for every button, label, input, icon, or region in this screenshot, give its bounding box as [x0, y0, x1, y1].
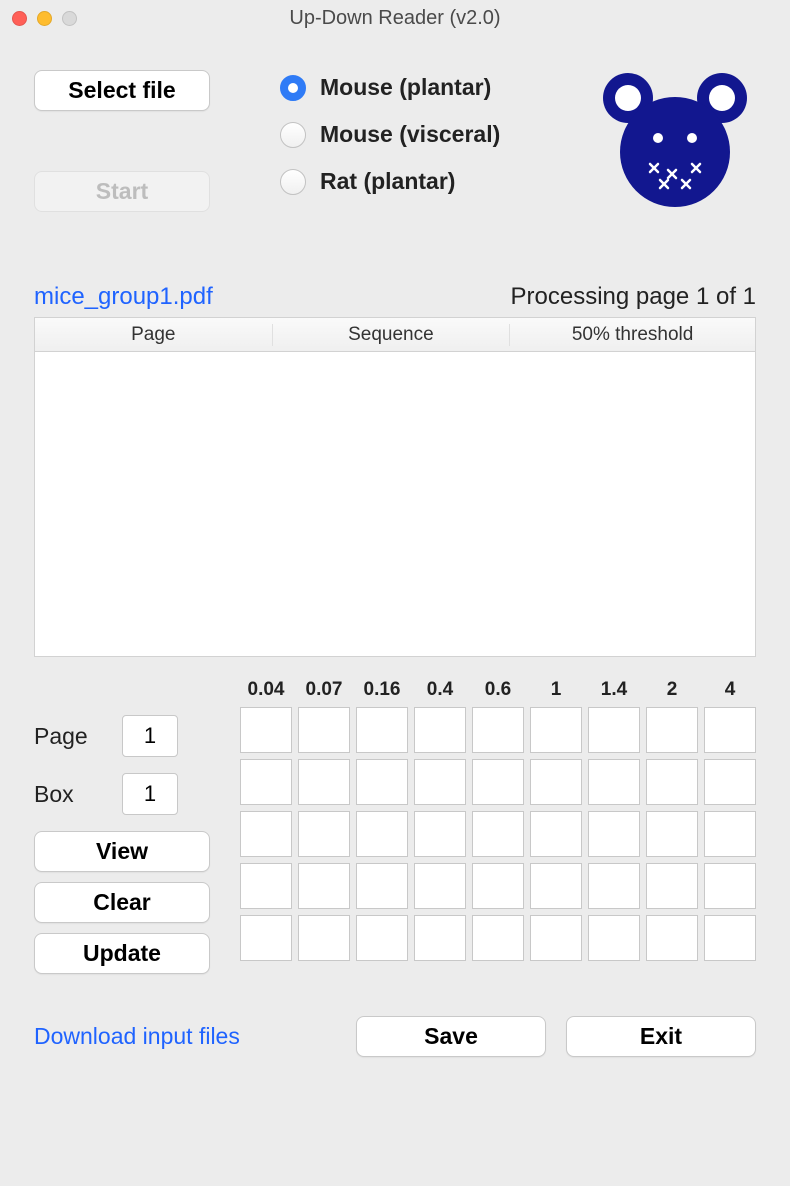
results-table[interactable]: Page Sequence 50% threshold	[34, 317, 756, 657]
grid-cell[interactable]	[588, 915, 640, 961]
grid-cell[interactable]	[414, 759, 466, 805]
grid-cell[interactable]	[240, 863, 292, 909]
grid-row	[240, 811, 756, 857]
grid-cell[interactable]	[240, 811, 292, 857]
radio-rat-plantar[interactable]: Rat (plantar)	[280, 168, 500, 195]
grid-cell[interactable]	[588, 707, 640, 753]
grid-cell[interactable]	[356, 811, 408, 857]
processing-status: Processing page 1 of 1	[511, 283, 757, 311]
grid-cell[interactable]	[240, 915, 292, 961]
column-header-sequence: Sequence	[273, 324, 511, 346]
titlebar: Up-Down Reader (v2.0)	[0, 0, 790, 36]
grid-cell[interactable]	[298, 915, 350, 961]
grid-cell[interactable]	[646, 707, 698, 753]
grid-cell[interactable]	[356, 863, 408, 909]
grid-header: 2	[646, 679, 698, 701]
grid-cell[interactable]	[704, 707, 756, 753]
radio-label: Mouse (plantar)	[320, 74, 491, 101]
grid-row	[240, 863, 756, 909]
grid-cell[interactable]	[704, 915, 756, 961]
window-controls	[12, 11, 77, 26]
grid-header: 0.04	[240, 679, 292, 701]
grid-cell[interactable]	[704, 811, 756, 857]
column-header-page: Page	[35, 324, 273, 346]
page-label: Page	[34, 723, 104, 750]
data-grid	[240, 707, 756, 961]
grid-cell[interactable]	[356, 707, 408, 753]
grid-cell[interactable]	[298, 811, 350, 857]
table-header: Page Sequence 50% threshold	[35, 318, 755, 352]
exit-button[interactable]: Exit	[566, 1016, 756, 1057]
close-icon[interactable]	[12, 11, 27, 26]
grid-cell[interactable]	[646, 915, 698, 961]
grid-row	[240, 707, 756, 753]
mouse-logo-icon	[600, 70, 750, 225]
grid-row	[240, 759, 756, 805]
grid-header: 4	[704, 679, 756, 701]
minimize-icon[interactable]	[37, 11, 52, 26]
grid-cell[interactable]	[298, 759, 350, 805]
radio-checked-icon	[280, 75, 306, 101]
grid-cell[interactable]	[646, 759, 698, 805]
select-file-button[interactable]: Select file	[34, 70, 210, 111]
grid-cell[interactable]	[588, 759, 640, 805]
grid-cell[interactable]	[472, 759, 524, 805]
box-label: Box	[34, 781, 104, 808]
grid-cell[interactable]	[240, 759, 292, 805]
grid-cell[interactable]	[588, 811, 640, 857]
box-input[interactable]	[122, 773, 178, 815]
grid-cell[interactable]	[646, 863, 698, 909]
window-title: Up-Down Reader (v2.0)	[0, 7, 790, 30]
grid-cell[interactable]	[414, 915, 466, 961]
download-link[interactable]: Download input files	[34, 1023, 240, 1050]
grid-cell[interactable]	[530, 915, 582, 961]
grid-cell[interactable]	[414, 707, 466, 753]
column-header-threshold: 50% threshold	[510, 324, 755, 346]
grid-cell[interactable]	[472, 811, 524, 857]
grid-header: 0.4	[414, 679, 466, 701]
grid-header: 0.16	[356, 679, 408, 701]
radio-unchecked-icon	[280, 169, 306, 195]
grid-cell[interactable]	[240, 707, 292, 753]
grid-cell[interactable]	[472, 863, 524, 909]
grid-cell[interactable]	[530, 707, 582, 753]
grid-header: 0.6	[472, 679, 524, 701]
update-button[interactable]: Update	[34, 933, 210, 974]
save-button[interactable]: Save	[356, 1016, 546, 1057]
grid-cell[interactable]	[588, 863, 640, 909]
grid-cell[interactable]	[356, 915, 408, 961]
radio-label: Mouse (visceral)	[320, 121, 500, 148]
grid-cell[interactable]	[298, 707, 350, 753]
species-radio-group: Mouse (plantar) Mouse (visceral) Rat (pl…	[280, 74, 500, 195]
view-button[interactable]: View	[34, 831, 210, 872]
radio-mouse-visceral[interactable]: Mouse (visceral)	[280, 121, 500, 148]
grid-cell[interactable]	[530, 811, 582, 857]
start-button: Start	[34, 171, 210, 212]
radio-label: Rat (plantar)	[320, 168, 455, 195]
radio-unchecked-icon	[280, 122, 306, 148]
grid-header: 0.07	[298, 679, 350, 701]
page-input[interactable]	[122, 715, 178, 757]
grid-cell[interactable]	[414, 811, 466, 857]
grid-cell[interactable]	[472, 707, 524, 753]
grid-cell[interactable]	[530, 863, 582, 909]
grid-cell[interactable]	[704, 863, 756, 909]
filename-label: mice_group1.pdf	[34, 283, 213, 311]
radio-mouse-plantar[interactable]: Mouse (plantar)	[280, 74, 500, 101]
grid-cell[interactable]	[356, 759, 408, 805]
grid-cell[interactable]	[530, 759, 582, 805]
grid-header: 1.4	[588, 679, 640, 701]
grid-cell[interactable]	[414, 863, 466, 909]
grid-cell[interactable]	[472, 915, 524, 961]
zoom-icon	[62, 11, 77, 26]
grid-cell[interactable]	[298, 863, 350, 909]
grid-row	[240, 915, 756, 961]
grid-cell[interactable]	[646, 811, 698, 857]
grid-header-row: 0.04 0.07 0.16 0.4 0.6 1 1.4 2 4	[240, 679, 756, 701]
grid-cell[interactable]	[704, 759, 756, 805]
grid-header: 1	[530, 679, 582, 701]
clear-button[interactable]: Clear	[34, 882, 210, 923]
